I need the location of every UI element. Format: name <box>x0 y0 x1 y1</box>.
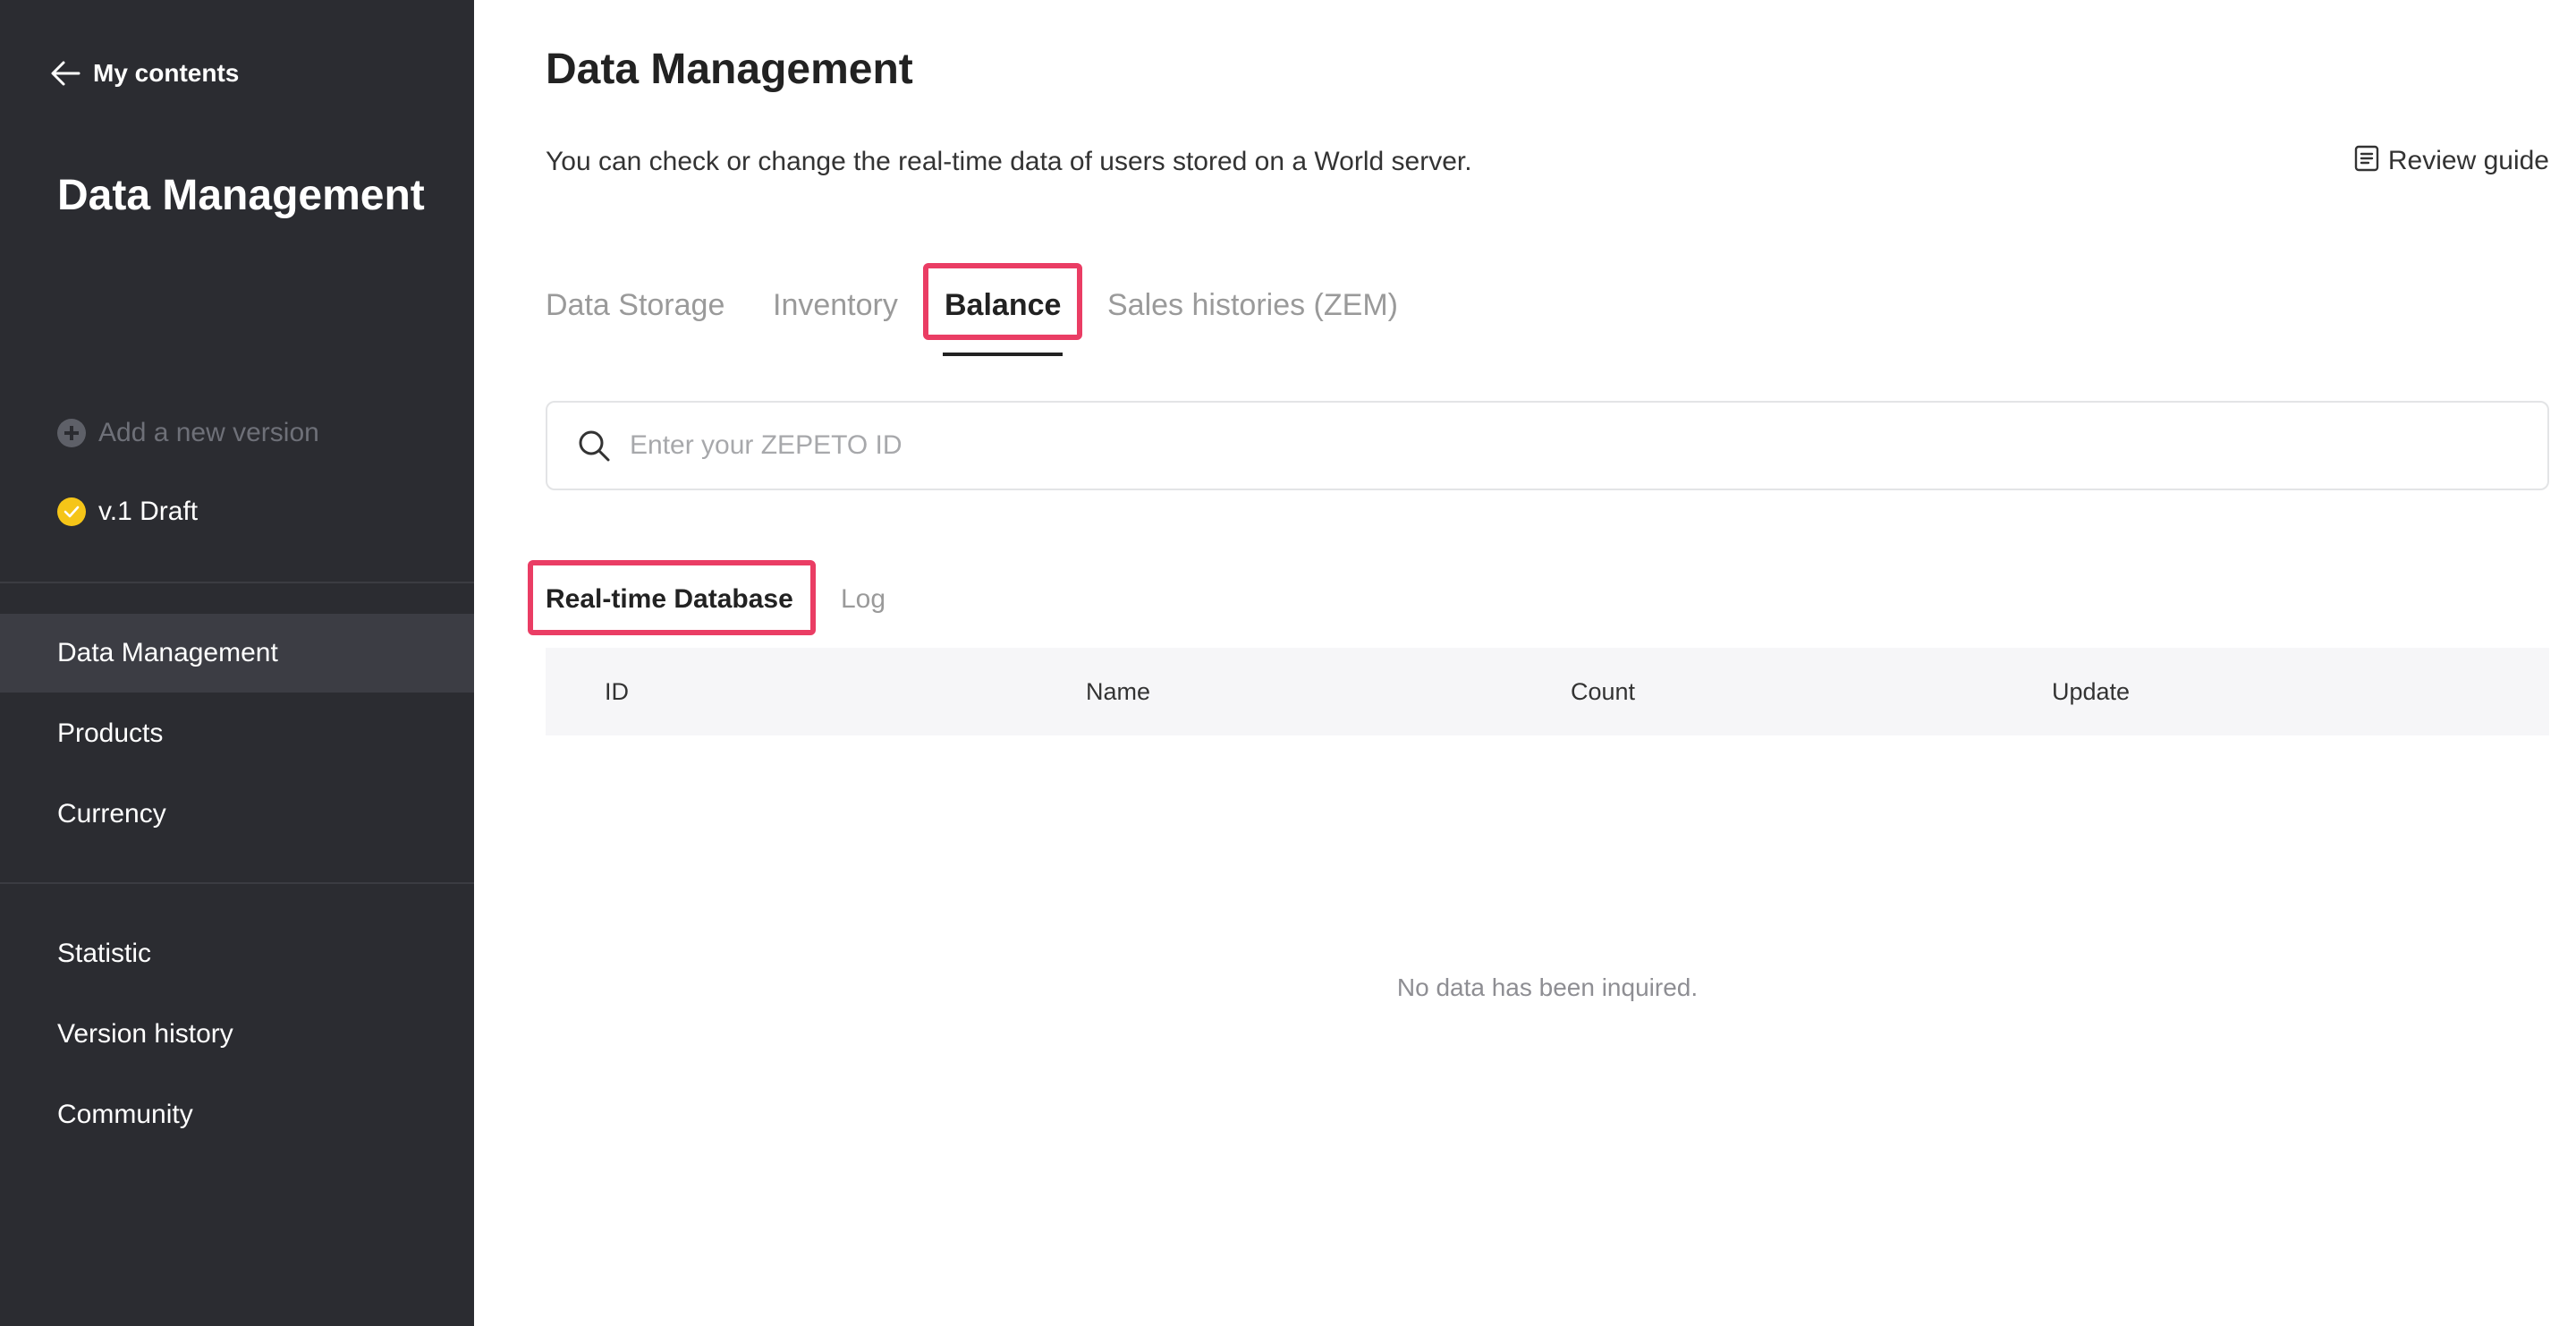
back-link-label: My contents <box>93 59 240 87</box>
review-guide-label: Review guide <box>2387 145 2549 175</box>
document-icon <box>2354 145 2379 176</box>
sidebar-item-data-management[interactable]: Data Management <box>0 614 474 693</box>
check-circle-icon <box>57 497 86 526</box>
active-tab-underline <box>943 353 1063 356</box>
subtab-real-time-database[interactable]: Real-time Database <box>546 580 793 619</box>
tab-sales-histories[interactable]: Sales histories (ZEM) <box>1107 277 1398 333</box>
tab-inventory[interactable]: Inventory <box>773 277 898 333</box>
column-header-update: Update <box>2052 678 2131 705</box>
review-guide-link[interactable]: Review guide <box>2354 145 2549 176</box>
version-item[interactable]: v.1 Draft <box>57 494 198 530</box>
page-description: You can check or change the real-time da… <box>546 147 1472 176</box>
arrow-left-icon <box>50 60 80 87</box>
subtab-log[interactable]: Log <box>841 580 886 619</box>
tab-data-storage[interactable]: Data Storage <box>546 277 724 333</box>
sidebar-item-version-history[interactable]: Version history <box>0 995 474 1074</box>
sidebar-title: Data Management <box>57 172 425 219</box>
back-to-my-contents-link[interactable]: My contents <box>50 55 239 91</box>
version-label: v.1 Draft <box>98 497 199 526</box>
column-header-id: ID <box>605 678 629 705</box>
zepeto-id-search <box>546 401 2549 490</box>
sidebar-divider <box>0 882 474 884</box>
app-window: My contents Data Management Add a new ve… <box>0 0 2576 1326</box>
sidebar-divider <box>0 582 474 583</box>
plus-circle-icon <box>57 419 86 447</box>
empty-state-message: No data has been inquired. <box>1396 973 1699 1001</box>
column-header-count: Count <box>1571 678 1636 705</box>
sidebar-item-community[interactable]: Community <box>0 1075 474 1154</box>
tab-balance[interactable]: Balance <box>945 277 1061 333</box>
sidebar-item-currency[interactable]: Currency <box>0 775 474 854</box>
column-header-name: Name <box>1086 678 1151 705</box>
search-input[interactable] <box>628 429 2510 462</box>
sidebar-item-statistic[interactable]: Statistic <box>0 914 474 993</box>
search-icon <box>579 430 610 462</box>
add-new-version-button[interactable]: Add a new version <box>57 415 319 451</box>
table-header: ID Name Count Update <box>546 648 2549 735</box>
sidebar: My contents Data Management Add a new ve… <box>0 0 474 1326</box>
page-title: Data Management <box>546 46 913 93</box>
sidebar-item-products[interactable]: Products <box>0 694 474 773</box>
add-version-label: Add a new version <box>98 418 319 447</box>
